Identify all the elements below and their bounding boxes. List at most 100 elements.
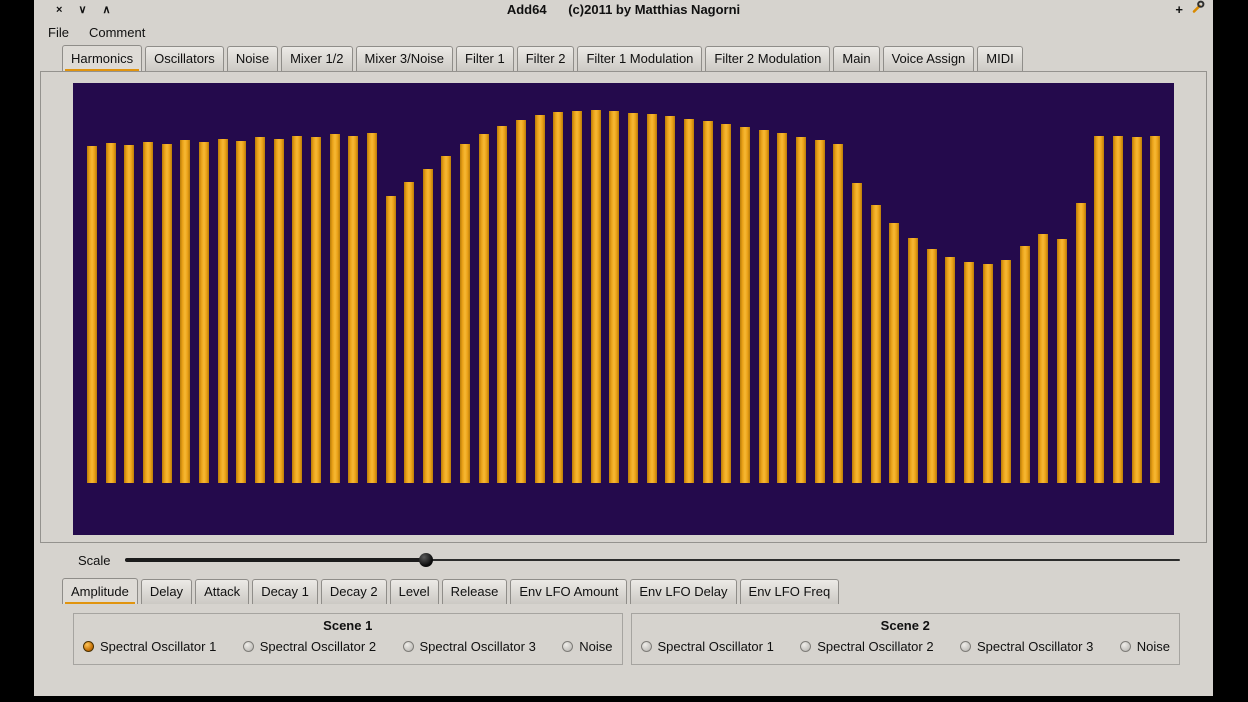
env-tab-delay[interactable]: Delay [141,579,192,604]
harmonic-bar-40[interactable] [815,140,825,483]
close-icon[interactable]: × [56,0,62,20]
harmonic-bar-42[interactable] [852,183,862,483]
radio-scene1-noise[interactable]: Noise [562,639,612,654]
tab-filter-1[interactable]: Filter 1 [456,46,514,71]
harmonic-bar-28[interactable] [591,110,601,483]
menu-comment[interactable]: Comment [87,23,147,42]
harmonic-bar-36[interactable] [740,127,750,483]
harmonic-bar-49[interactable] [983,264,993,483]
harmonic-bar-29[interactable] [609,111,619,483]
radio-dot[interactable] [960,641,971,652]
env-tab-amplitude[interactable]: Amplitude [62,578,138,604]
env-tab-decay-2[interactable]: Decay 2 [321,579,387,604]
harmonic-bar-30[interactable] [628,113,638,483]
harmonic-bar-33[interactable] [684,119,694,483]
harmonic-bar-3[interactable] [124,145,134,483]
tab-filter-2-modulation[interactable]: Filter 2 Modulation [705,46,830,71]
harmonic-bar-16[interactable] [367,133,377,483]
harmonic-bar-19[interactable] [423,169,433,483]
harmonic-bar-7[interactable] [199,142,209,483]
harmonic-bar-41[interactable] [833,144,843,483]
radio-scene2-spectral-oscillator-3[interactable]: Spectral Oscillator 3 [960,639,1093,654]
harmonic-bar-13[interactable] [311,137,321,483]
harmonic-bar-22[interactable] [479,134,489,483]
harmonics-chart[interactable] [73,83,1174,535]
harmonic-bar-12[interactable] [292,136,302,483]
menu-file[interactable]: File [46,23,71,42]
harmonic-bar-10[interactable] [255,137,265,483]
harmonic-bar-58[interactable] [1150,136,1160,483]
harmonic-bar-9[interactable] [236,141,246,483]
harmonic-bar-8[interactable] [218,139,228,483]
harmonic-bar-47[interactable] [945,257,955,483]
harmonic-bar-39[interactable] [796,137,806,483]
radio-scene1-spectral-oscillator-2[interactable]: Spectral Oscillator 2 [243,639,376,654]
harmonic-bar-32[interactable] [665,116,675,483]
env-tab-release[interactable]: Release [442,579,508,604]
harmonic-bar-26[interactable] [553,112,563,483]
scale-slider-knob[interactable] [419,553,433,567]
tab-midi[interactable]: MIDI [977,46,1022,71]
harmonic-bar-18[interactable] [404,182,414,483]
env-tab-attack[interactable]: Attack [195,579,249,604]
harmonic-bar-56[interactable] [1113,136,1123,483]
env-tab-env-lfo-amount[interactable]: Env LFO Amount [510,579,627,604]
unshade-icon[interactable]: ∧ [103,0,111,20]
harmonic-bar-20[interactable] [441,156,451,483]
wrench-icon[interactable] [1191,0,1205,20]
radio-dot[interactable] [562,641,573,652]
harmonic-bar-54[interactable] [1076,203,1086,483]
radio-scene1-spectral-oscillator-3[interactable]: Spectral Oscillator 3 [403,639,536,654]
env-tab-env-lfo-delay[interactable]: Env LFO Delay [630,579,736,604]
harmonic-bar-57[interactable] [1132,137,1142,483]
radio-dot[interactable] [403,641,414,652]
harmonic-bar-38[interactable] [777,133,787,483]
scale-slider[interactable] [125,552,1180,568]
tab-voice-assign[interactable]: Voice Assign [883,46,975,71]
tab-harmonics[interactable]: Harmonics [62,45,142,71]
harmonic-bar-50[interactable] [1001,260,1011,483]
harmonic-bar-23[interactable] [497,126,507,483]
harmonic-bar-11[interactable] [274,139,284,483]
maximize-icon[interactable]: + [1175,0,1183,20]
shade-icon[interactable]: ∨ [78,0,86,20]
harmonic-bar-17[interactable] [386,196,396,483]
harmonic-bar-51[interactable] [1020,246,1030,483]
radio-dot[interactable] [800,641,811,652]
radio-scene1-spectral-oscillator-1[interactable]: Spectral Oscillator 1 [83,639,216,654]
harmonic-bar-45[interactable] [908,238,918,483]
harmonic-bar-52[interactable] [1038,234,1048,483]
tab-noise[interactable]: Noise [227,46,278,71]
radio-dot[interactable] [243,641,254,652]
harmonic-bar-53[interactable] [1057,239,1067,483]
radio-dot[interactable] [1120,641,1131,652]
tab-filter-2[interactable]: Filter 2 [517,46,575,71]
harmonic-bar-25[interactable] [535,115,545,483]
radio-dot[interactable] [83,641,94,652]
radio-scene2-spectral-oscillator-1[interactable]: Spectral Oscillator 1 [641,639,774,654]
slider-fill[interactable] [125,558,427,562]
harmonic-bar-2[interactable] [106,143,116,483]
radio-scene2-spectral-oscillator-2[interactable]: Spectral Oscillator 2 [800,639,933,654]
tab-filter-1-modulation[interactable]: Filter 1 Modulation [577,46,702,71]
harmonic-bar-43[interactable] [871,205,881,483]
harmonic-bar-6[interactable] [180,140,190,483]
tab-mixer-1-2[interactable]: Mixer 1/2 [281,46,352,71]
harmonic-bar-27[interactable] [572,111,582,483]
harmonic-bar-55[interactable] [1094,136,1104,483]
env-tab-env-lfo-freq[interactable]: Env LFO Freq [740,579,840,604]
env-tab-level[interactable]: Level [390,579,439,604]
tab-mixer-3-noise[interactable]: Mixer 3/Noise [356,46,453,71]
env-tab-decay-1[interactable]: Decay 1 [252,579,318,604]
radio-scene2-noise[interactable]: Noise [1120,639,1170,654]
harmonic-bar-21[interactable] [460,144,470,483]
harmonic-bar-34[interactable] [703,121,713,483]
harmonic-bar-46[interactable] [927,249,937,483]
harmonic-bar-31[interactable] [647,114,657,483]
harmonic-bar-48[interactable] [964,262,974,483]
tab-main[interactable]: Main [833,46,879,71]
harmonic-bar-24[interactable] [516,120,526,483]
harmonic-bar-15[interactable] [348,136,358,483]
harmonic-bar-14[interactable] [330,134,340,483]
tab-oscillators[interactable]: Oscillators [145,46,224,71]
